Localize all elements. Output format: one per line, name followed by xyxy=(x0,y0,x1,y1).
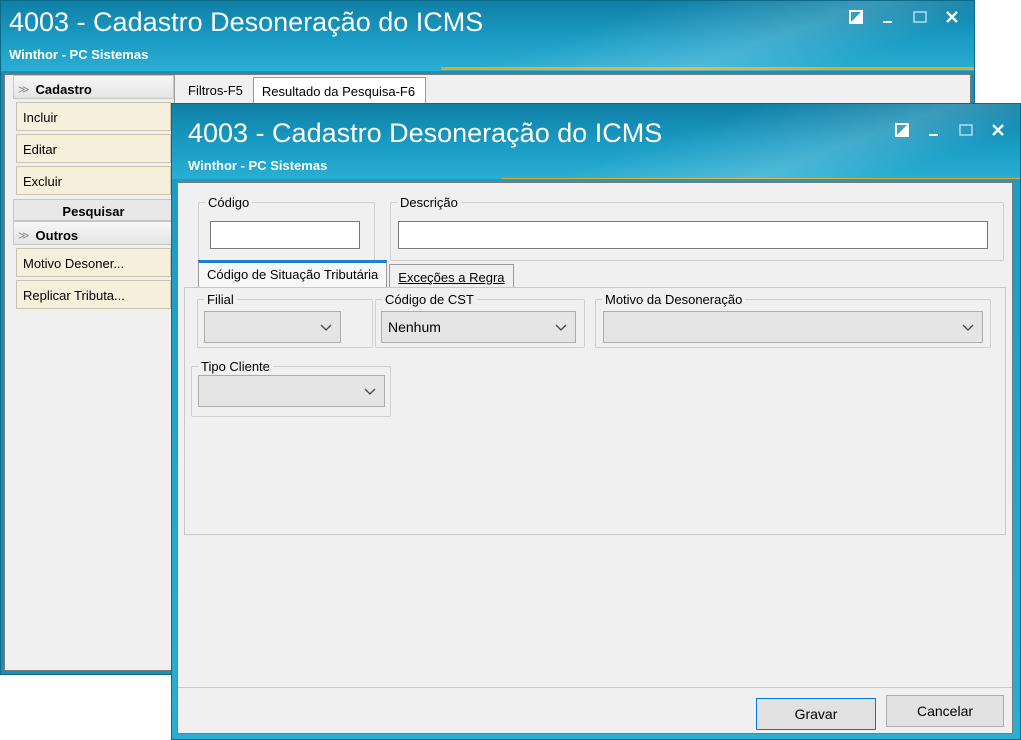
dialog-titlebar: 4003 - Cadastro Desoneração do ICMS Wint… xyxy=(172,104,1020,179)
chevron-down-icon xyxy=(555,324,567,331)
tab-resultado-pesquisa[interactable]: Resultado da Pesquisa-F6 xyxy=(252,77,427,103)
sidebar-group-outros[interactable]: ≫ Outros xyxy=(13,221,174,245)
chevron-down-icon xyxy=(364,388,376,395)
gravar-button[interactable]: Gravar xyxy=(756,698,876,730)
filial-select[interactable] xyxy=(204,311,341,343)
dialog-window-controls xyxy=(894,122,1006,138)
codigo-input[interactable] xyxy=(210,221,360,249)
chevron-down-icon xyxy=(320,324,332,331)
tab-label: Exceções a Regra xyxy=(398,270,505,285)
dialog-subtitle: Winthor - PC Sistemas xyxy=(188,158,328,173)
maximize-icon[interactable] xyxy=(912,9,928,25)
sidebar-button-excluir[interactable]: Excluir xyxy=(16,166,171,195)
sidebar-button-replicar-tributacao[interactable]: Replicar Tributa... xyxy=(16,280,171,309)
minimize-icon[interactable] xyxy=(880,9,896,25)
sidebar-group-label: Outros xyxy=(35,227,79,243)
dialog-window: 4003 - Cadastro Desoneração do ICMS Wint… xyxy=(171,103,1021,740)
sidebar: ≫ Cadastro Incluir Editar Excluir Pesqui… xyxy=(13,75,175,670)
motivo-label: Motivo da Desoneração xyxy=(605,292,743,307)
background-titlebar: 4003 - Cadastro Desoneração do ICMS Wint… xyxy=(1,1,974,71)
sidebar-button-motivo-desoneracao[interactable]: Motivo Desoner... xyxy=(16,248,171,277)
sidebar-button-editar[interactable]: Editar xyxy=(16,134,171,163)
tipo-cliente-label: Tipo Cliente xyxy=(201,359,270,374)
accent-line xyxy=(502,178,1020,179)
window-title: 4003 - Cadastro Desoneração do ICMS xyxy=(9,7,484,37)
sidebar-group-pesquisar[interactable]: Pesquisar xyxy=(13,199,174,221)
chevron-double-icon: ≫ xyxy=(18,83,30,96)
chevron-down-icon xyxy=(962,324,974,331)
tab-panel: Filial Código de CST Nenhum Motivo da De… xyxy=(184,287,1006,535)
tipo-cliente-select[interactable] xyxy=(198,375,385,407)
restore-icon[interactable] xyxy=(894,122,910,138)
chevron-double-icon: ≫ xyxy=(18,229,30,242)
tab-excecoes-regra[interactable]: Exceções a Regra xyxy=(389,264,514,288)
dialog-client-area: Código Descrição Código de Situação Trib… xyxy=(177,182,1013,734)
sidebar-group-label: Cadastro xyxy=(35,81,92,97)
motivo-select[interactable] xyxy=(603,311,983,343)
dialog-title: 4003 - Cadastro Desoneração do ICMS xyxy=(188,118,663,148)
cst-select[interactable]: Nenhum xyxy=(381,311,576,343)
restore-icon[interactable] xyxy=(848,9,864,25)
close-icon[interactable] xyxy=(990,122,1006,138)
cancelar-button[interactable]: Cancelar xyxy=(886,695,1004,727)
maximize-icon[interactable] xyxy=(958,122,974,138)
minimize-icon[interactable] xyxy=(926,122,942,138)
descricao-input[interactable] xyxy=(398,221,988,249)
tab-filtros[interactable]: Filtros-F5 xyxy=(180,77,253,103)
cst-label: Código de CST xyxy=(385,292,474,307)
sidebar-button-incluir[interactable]: Incluir xyxy=(16,102,171,131)
sidebar-group-cadastro[interactable]: ≫ Cadastro xyxy=(13,75,174,99)
background-tabstrip: Filtros-F5 Resultado da Pesquisa-F6 xyxy=(180,77,427,103)
window-controls xyxy=(848,9,960,25)
footer-divider xyxy=(178,687,1012,688)
window-subtitle: Winthor - PC Sistemas xyxy=(9,47,149,62)
accent-line xyxy=(441,67,974,70)
cst-value: Nenhum xyxy=(388,319,441,335)
close-icon[interactable] xyxy=(944,9,960,25)
filial-label: Filial xyxy=(207,292,234,307)
tab-codigo-situacao-tributaria[interactable]: Código de Situação Tributária xyxy=(198,260,388,288)
descricao-label: Descrição xyxy=(400,195,458,210)
codigo-label: Código xyxy=(208,195,250,210)
dialog-tabstrip: Código de Situação Tributária Exceções a… xyxy=(198,260,516,288)
